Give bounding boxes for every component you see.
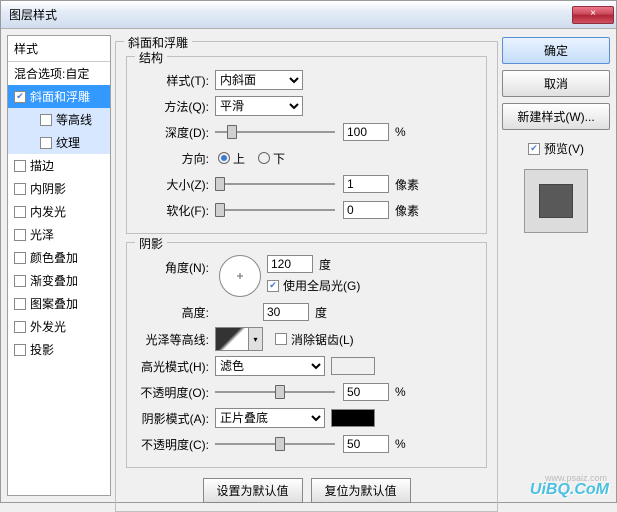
preview-box — [524, 169, 588, 233]
shadow-opacity-label: 不透明度(C): — [137, 436, 215, 453]
depth-unit: % — [395, 125, 406, 139]
checkbox-icon[interactable] — [14, 344, 26, 356]
size-label: 大小(Z): — [137, 176, 215, 193]
new-style-button[interactable]: 新建样式(W)... — [502, 103, 610, 130]
window-title: 图层样式 — [9, 6, 572, 23]
highlight-opacity-slider[interactable] — [215, 383, 335, 401]
structure-title: 结构 — [135, 49, 167, 66]
size-input[interactable] — [343, 175, 389, 193]
shadow-opacity-slider[interactable] — [215, 435, 335, 453]
method-select[interactable]: 平滑 — [215, 96, 303, 116]
checkbox-icon[interactable] — [14, 91, 26, 103]
checkbox-icon[interactable] — [14, 183, 26, 195]
depth-slider[interactable] — [215, 123, 335, 141]
soften-input[interactable] — [343, 201, 389, 219]
style-inner-shadow[interactable]: 内阴影 — [8, 177, 110, 200]
blend-options-item[interactable]: 混合选项:自定 — [8, 62, 110, 85]
reset-default-button[interactable]: 复位为默认值 — [311, 478, 411, 503]
style-list-header[interactable]: 样式 — [8, 36, 110, 62]
shadow-opacity-input[interactable] — [343, 435, 389, 453]
method-label: 方法(Q): — [137, 98, 215, 115]
contour-label: 光泽等高线: — [137, 331, 215, 348]
style-inner-glow[interactable]: 内发光 — [8, 200, 110, 223]
ok-button[interactable]: 确定 — [502, 37, 610, 64]
checkbox-icon[interactable] — [14, 229, 26, 241]
layer-style-dialog: 图层样式 × 样式 混合选项:自定 斜面和浮雕 等高线 纹理 描边 内阴影 内发… — [0, 0, 617, 503]
style-stroke[interactable]: 描边 — [8, 154, 110, 177]
shadow-mode-label: 阴影模式(A): — [137, 410, 215, 427]
style-bevel-emboss[interactable]: 斜面和浮雕 — [8, 85, 110, 108]
checkbox-icon[interactable] — [14, 321, 26, 333]
direction-label: 方向: — [137, 150, 215, 167]
watermark: UiBQ.CoM — [530, 481, 609, 499]
set-default-button[interactable]: 设置为默认值 — [203, 478, 303, 503]
style-pattern-overlay[interactable]: 图案叠加 — [8, 292, 110, 315]
contour-picker[interactable] — [215, 327, 249, 351]
direction-down-radio[interactable] — [258, 152, 270, 164]
checkbox-icon[interactable] — [14, 160, 26, 172]
style-drop-shadow[interactable]: 投影 — [8, 338, 110, 361]
structure-group: 结构 样式(T): 内斜面 方法(Q): 平滑 深度(D): % — [126, 56, 487, 234]
soften-slider[interactable] — [215, 201, 335, 219]
size-slider[interactable] — [215, 175, 335, 193]
checkbox-icon[interactable] — [14, 252, 26, 264]
preview-checkbox[interactable] — [528, 143, 540, 155]
highlight-opacity-label: 不透明度(O): — [137, 384, 215, 401]
depth-input[interactable] — [343, 123, 389, 141]
preview-label: 预览(V) — [544, 140, 584, 157]
highlight-mode-select[interactable]: 滤色 — [215, 356, 325, 376]
action-panel: 确定 取消 新建样式(W)... 预览(V) — [502, 35, 610, 496]
global-light-checkbox[interactable] — [267, 280, 279, 292]
settings-panel: 斜面和浮雕 结构 样式(T): 内斜面 方法(Q): 平滑 深度(D): — [115, 35, 498, 496]
highlight-color-swatch[interactable] — [331, 357, 375, 375]
checkbox-icon[interactable] — [14, 298, 26, 310]
style-texture[interactable]: 纹理 — [8, 131, 110, 154]
shadow-mode-select[interactable]: 正片叠底 — [215, 408, 325, 428]
angle-label: 角度(N): — [137, 255, 215, 276]
angle-input[interactable] — [267, 255, 313, 273]
close-button[interactable]: × — [572, 6, 614, 24]
style-color-overlay[interactable]: 颜色叠加 — [8, 246, 110, 269]
altitude-input[interactable] — [263, 303, 309, 321]
altitude-label: 高度: — [137, 304, 215, 321]
style-list: 样式 混合选项:自定 斜面和浮雕 等高线 纹理 描边 内阴影 内发光 光泽 颜色… — [7, 35, 111, 496]
shading-group: 阴影 角度(N): 度 使用全局光(G) — [126, 242, 487, 468]
preview-swatch — [539, 184, 573, 218]
shadow-color-swatch[interactable] — [331, 409, 375, 427]
style-satin[interactable]: 光泽 — [8, 223, 110, 246]
depth-label: 深度(D): — [137, 124, 215, 141]
angle-dial[interactable] — [219, 255, 261, 297]
style-outer-glow[interactable]: 外发光 — [8, 315, 110, 338]
direction-up-radio[interactable] — [218, 152, 230, 164]
size-unit: 像素 — [395, 176, 419, 193]
soften-unit: 像素 — [395, 202, 419, 219]
style-label: 样式(T): — [137, 72, 215, 89]
titlebar[interactable]: 图层样式 × — [1, 1, 616, 29]
checkbox-icon[interactable] — [14, 206, 26, 218]
soften-label: 软化(F): — [137, 202, 215, 219]
highlight-mode-label: 高光模式(H): — [137, 358, 215, 375]
style-gradient-overlay[interactable]: 渐变叠加 — [8, 269, 110, 292]
style-contour[interactable]: 等高线 — [8, 108, 110, 131]
checkbox-icon[interactable] — [14, 275, 26, 287]
shading-title: 阴影 — [135, 235, 167, 252]
checkbox-icon[interactable] — [40, 137, 52, 149]
main-group: 斜面和浮雕 结构 样式(T): 内斜面 方法(Q): 平滑 深度(D): — [115, 41, 498, 512]
default-buttons: 设置为默认值 复位为默认值 — [126, 470, 487, 503]
highlight-opacity-input[interactable] — [343, 383, 389, 401]
chevron-down-icon[interactable]: ▾ — [249, 327, 263, 351]
style-select[interactable]: 内斜面 — [215, 70, 303, 90]
cancel-button[interactable]: 取消 — [502, 70, 610, 97]
antialias-checkbox[interactable] — [275, 333, 287, 345]
checkbox-icon[interactable] — [40, 114, 52, 126]
